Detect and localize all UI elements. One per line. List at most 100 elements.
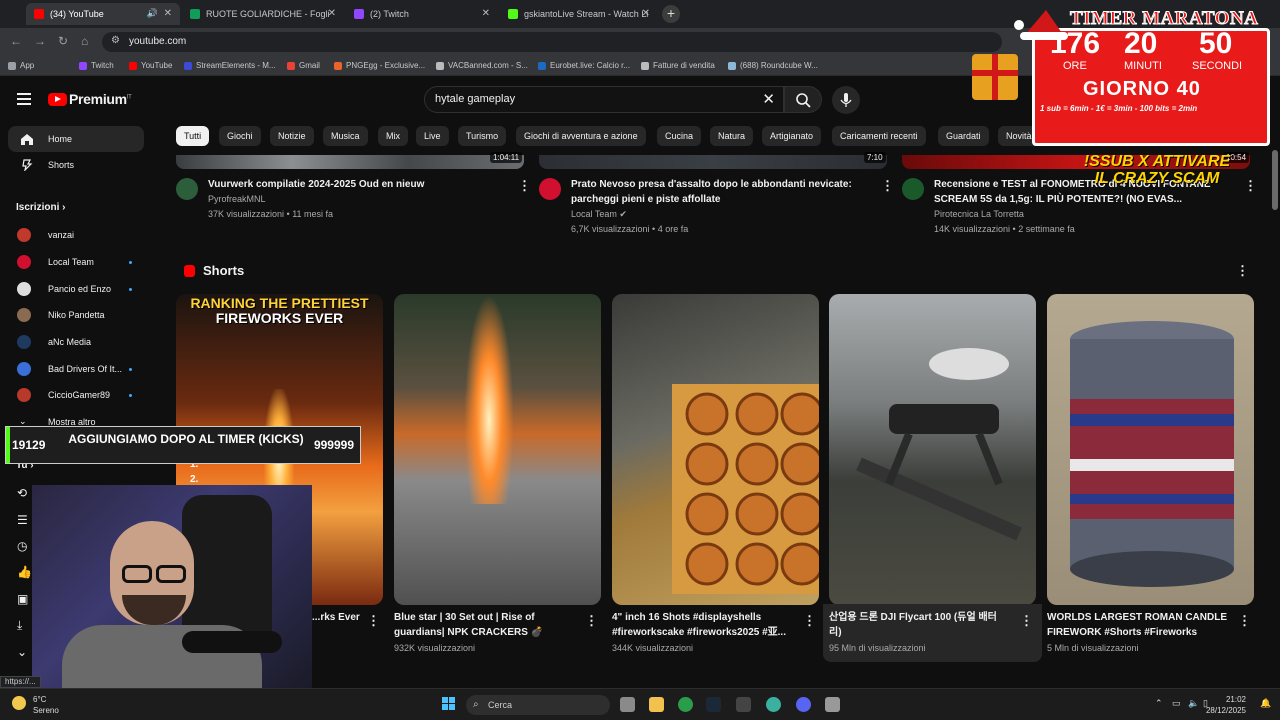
watch-later-icon[interactable]: ◷ (17, 539, 27, 553)
youtube-premium-logo[interactable]: PremiumIT (69, 91, 132, 107)
more-actions-icon[interactable]: ⋮ (585, 613, 598, 629)
video-title[interactable]: Prato Nevoso presa d'assalto dopo le abb… (571, 177, 871, 207)
new-tab-button[interactable]: + (662, 5, 680, 23)
more-actions-icon[interactable]: ⋮ (1238, 613, 1251, 629)
voice-search-button[interactable] (832, 86, 860, 114)
site-info-icon[interactable]: ⚙ (111, 35, 120, 46)
weather-widget[interactable]: 6°C Sereno (33, 694, 59, 716)
bookmark-gmail[interactable]: Gmail (287, 61, 320, 70)
bookmark-vacbanned[interactable]: VACBanned.com - S... (436, 61, 528, 70)
bookmark-pngegg[interactable]: PNGEgg - Exclusive... (334, 61, 425, 70)
forward-icon[interactable]: → (34, 34, 46, 48)
close-tab-icon[interactable]: ✕ (328, 8, 336, 19)
scrollbar-thumb[interactable] (1272, 150, 1278, 210)
short-thumbnail[interactable] (1047, 294, 1254, 605)
more-actions-icon[interactable]: ⋮ (518, 178, 531, 194)
sidebar-item-shorts[interactable]: Shorts (8, 152, 144, 178)
back-icon[interactable]: ← (10, 34, 22, 48)
volume-icon[interactable]: 🔈 (1188, 698, 1199, 709)
sidebar-item-pancio-ed-enzo[interactable]: Pancio ed Enzo (48, 284, 111, 294)
file-explorer-icon[interactable] (649, 697, 664, 712)
tab-youtube[interactable]: (34) YouTube 🔊 ✕ (26, 3, 180, 25)
bookmark-eurobet[interactable]: Eurobet.live: Calcio r... (538, 61, 630, 70)
bookmark-twitch[interactable]: Twitch (79, 61, 114, 70)
chip-guardati[interactable]: Guardati (938, 126, 989, 146)
chip-cucina[interactable]: Cucina (657, 126, 702, 146)
chrome-icon[interactable] (678, 697, 693, 712)
downloads-icon[interactable]: ⤓ (17, 618, 22, 633)
network-icon[interactable]: ▭ (1172, 698, 1181, 709)
youtube-logo-icon[interactable] (48, 93, 67, 106)
task-view-icon[interactable] (620, 697, 635, 712)
channel-name[interactable]: Local Team ✔ (571, 209, 627, 220)
chip-caricamenti-recenti[interactable]: Caricamenti recenti (832, 126, 926, 146)
avatar[interactable] (17, 388, 31, 402)
search-input[interactable]: hytale gameplay ✕ (424, 86, 784, 113)
video-thumbnail[interactable] (539, 155, 887, 169)
video-title[interactable]: Vuurwerk compilatie 2024-2025 Oud en nie… (208, 177, 508, 192)
app-icon[interactable] (736, 697, 751, 712)
steam-icon[interactable] (706, 697, 721, 712)
menu-icon[interactable] (17, 93, 31, 105)
bookmark-fatture[interactable]: Fatture di vendita (641, 61, 715, 70)
speaker-icon[interactable]: 🔊 (147, 8, 158, 19)
sidebar-item-niko-pandetta[interactable]: Niko Pandetta (48, 310, 105, 320)
short-thumbnail[interactable] (612, 294, 819, 605)
more-actions-icon[interactable]: ⋮ (1244, 178, 1257, 194)
reload-icon[interactable]: ↻ (58, 34, 68, 48)
short-title[interactable]: 4" inch 16 Shots #displayshells #firewor… (612, 610, 792, 640)
short-title[interactable]: Blue star | 30 Set out | Rise of guardia… (394, 610, 574, 640)
calculator-icon[interactable] (825, 697, 840, 712)
clear-search-icon[interactable]: ✕ (762, 90, 775, 108)
short-thumbnail[interactable] (829, 294, 1036, 605)
chevron-down-icon[interactable]: ⌄ (17, 645, 27, 659)
chip-tutti[interactable]: Tutti (176, 126, 210, 146)
chip-notizie[interactable]: Notizie (270, 126, 314, 146)
tab-kick[interactable]: gskiantoLive Stream - Watch Li ✕ (500, 3, 658, 25)
moon-weather-icon[interactable] (12, 696, 26, 710)
windows-start-icon[interactable] (442, 697, 456, 711)
chip-musica[interactable]: Musica (323, 126, 368, 146)
avatar[interactable] (17, 335, 31, 349)
notification-icon[interactable]: 🔔 (1260, 698, 1271, 709)
more-actions-icon[interactable]: ⋮ (1236, 263, 1249, 279)
liked-videos-icon[interactable]: 👍 (17, 565, 32, 579)
more-actions-icon[interactable]: ⋮ (803, 613, 816, 629)
close-tab-icon[interactable]: ✕ (482, 8, 490, 19)
bookmark-streamelements[interactable]: StreamElements - M... (184, 61, 276, 70)
sidebar-item-bad-drivers[interactable]: Bad Drivers Of It... (48, 364, 122, 374)
sidebar-item-cicciogamer89[interactable]: CiccioGamer89 (48, 390, 110, 400)
more-actions-icon[interactable]: ⋮ (1020, 613, 1033, 629)
bookmark-youtube[interactable]: YouTube (129, 61, 172, 70)
chip-giochi[interactable]: Giochi (219, 126, 261, 146)
avatar[interactable] (17, 362, 31, 376)
tab-sheets[interactable]: RUOTE GOLIARDICHE - Fogli G ✕ (182, 3, 344, 25)
browser-app-icon[interactable] (766, 697, 781, 712)
search-button[interactable] (784, 86, 822, 113)
taskbar-search-input[interactable]: ⌕ Cerca (466, 695, 610, 715)
close-tab-icon[interactable]: ✕ (164, 8, 172, 19)
chip-giochi-avventura[interactable]: Giochi di avventura e azione (516, 126, 646, 146)
sidebar-item-vanzai[interactable]: vanzai (48, 230, 74, 240)
avatar[interactable] (17, 228, 31, 242)
more-actions-icon[interactable]: ⋮ (881, 178, 894, 194)
chip-mix[interactable]: Mix (378, 126, 408, 146)
your-videos-icon[interactable]: ▣ (17, 592, 28, 606)
chevron-up-icon[interactable]: ⌃ (1155, 698, 1163, 709)
discord-icon[interactable] (796, 697, 811, 712)
short-title[interactable]: WORLDS LARGEST ROMAN CANDLE FIREWORK #Sh… (1047, 610, 1227, 640)
sidebar-item-anc-media[interactable]: aNc Media (48, 337, 91, 347)
subscriptions-header[interactable]: Iscrizioni › (16, 202, 65, 213)
chip-natura[interactable]: Natura (710, 126, 754, 146)
more-actions-icon[interactable]: ⋮ (367, 613, 380, 629)
address-bar[interactable]: ⚙ youtube.com (102, 32, 1002, 52)
bookmark-roundcube[interactable]: (688) Roundcube W... (728, 61, 818, 70)
chip-turismo[interactable]: Turismo (458, 126, 507, 146)
avatar[interactable] (176, 178, 198, 200)
close-tab-icon[interactable]: ✕ (642, 8, 650, 19)
chip-live[interactable]: Live (416, 126, 449, 146)
avatar[interactable] (17, 255, 31, 269)
avatar[interactable] (17, 282, 31, 296)
tab-twitch[interactable]: (2) Twitch ✕ (346, 3, 498, 25)
system-clock[interactable]: 21:02 28/12/2025 (1206, 694, 1246, 716)
